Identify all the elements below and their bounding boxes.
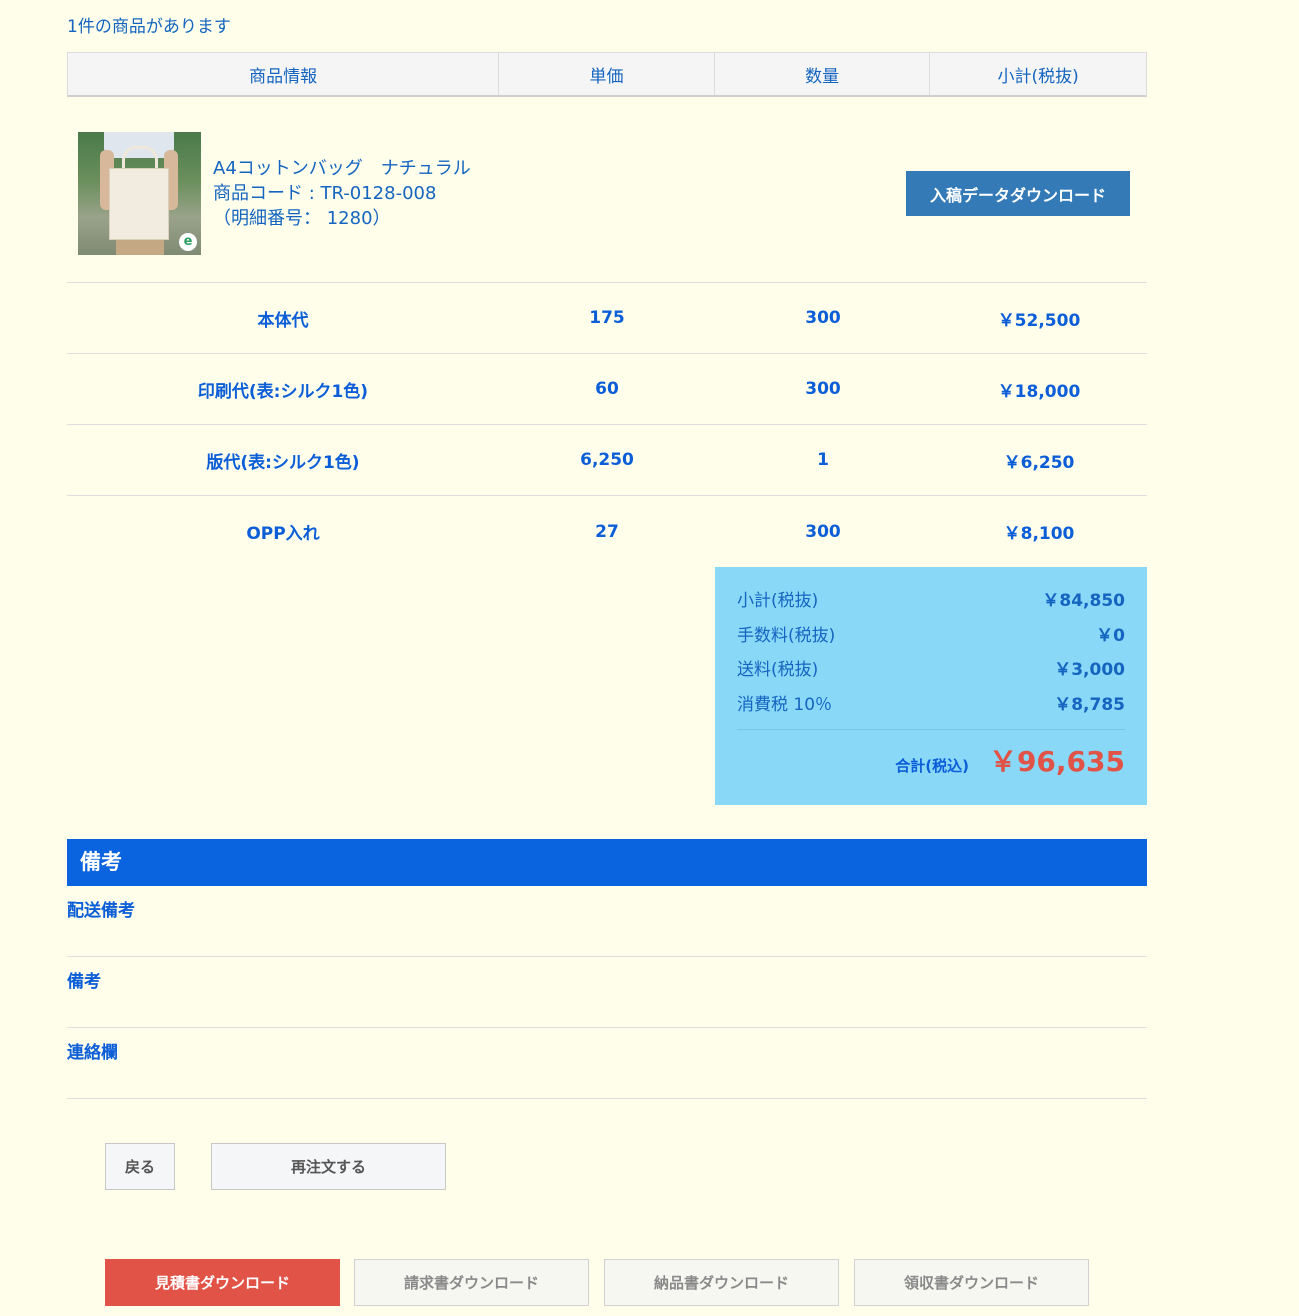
product-info: A4コットンバッグ ナチュラル 商品コード : TR-0128-008 （明細番… bbox=[213, 156, 471, 231]
detail-row: 版代(表:シルク1色) 6,250 1 ￥6,250 bbox=[67, 425, 1147, 496]
order-summary: 小計(税抜) ￥84,850 手数料(税抜) ￥0 送料(税抜) ￥3,000 … bbox=[715, 567, 1147, 805]
order-table-header: 商品情報 単価 数量 小計(税抜) bbox=[67, 52, 1147, 97]
detail-quantity: 1 bbox=[817, 450, 829, 470]
summary-row-tax: 消費税 10％ ￥8,785 bbox=[737, 693, 1125, 728]
summary-label: 送料(税抜) bbox=[737, 660, 819, 680]
remarks-field-notes: 備考 bbox=[67, 957, 1147, 1028]
detail-unit-price: 175 bbox=[589, 308, 625, 328]
remarks-heading: 備考 bbox=[67, 839, 1147, 886]
product-row: e A4コットンバッグ ナチュラル 商品コード : TR-0128-008 （明… bbox=[67, 98, 1147, 283]
total-amount: ￥96,635 bbox=[988, 745, 1125, 778]
remarks-field-delivery: 配送備考 bbox=[67, 886, 1147, 957]
product-thumbnail[interactable]: e bbox=[78, 132, 201, 255]
header-product-info: 商品情報 bbox=[68, 53, 500, 95]
summary-value: ￥84,850 bbox=[1042, 591, 1125, 611]
summary-value: ￥0 bbox=[1096, 625, 1125, 646]
detail-subtotal: ￥8,100 bbox=[1003, 524, 1075, 544]
detail-item: 版代(表:シルク1色) bbox=[206, 452, 360, 473]
eco-mark-icon: e bbox=[179, 233, 197, 251]
summary-row-subtotal: 小計(税抜) ￥84,850 bbox=[737, 589, 1125, 624]
detail-item: 印刷代(表:シルク1色) bbox=[197, 381, 369, 402]
detail-item: OPP入れ bbox=[246, 524, 320, 544]
detail-row: 本体代 175 300 ￥52,500 bbox=[67, 283, 1147, 354]
summary-row-shipping: 送料(税抜) ￥3,000 bbox=[737, 658, 1125, 693]
product-name[interactable]: A4コットンバッグ ナチュラル bbox=[213, 156, 471, 181]
remarks-field-label: 連絡欄 bbox=[67, 1043, 118, 1063]
invoice-download-button[interactable]: 請求書ダウンロード bbox=[354, 1259, 589, 1306]
summary-label: 小計(税抜) bbox=[737, 591, 819, 611]
detail-quantity: 300 bbox=[805, 308, 841, 328]
back-button[interactable]: 戻る bbox=[105, 1143, 175, 1190]
remarks-field-contact: 連絡欄 bbox=[67, 1028, 1147, 1099]
estimate-download-button[interactable]: 見積書ダウンロード bbox=[105, 1259, 340, 1306]
remarks-field-label: 備考 bbox=[67, 972, 101, 992]
detail-item: 本体代 bbox=[257, 310, 309, 331]
detail-number: （明細番号： 1280） bbox=[213, 208, 391, 229]
detail-unit-price: 27 bbox=[595, 521, 619, 542]
detail-subtotal: ￥18,000 bbox=[997, 381, 1081, 402]
reorder-button[interactable]: 再注文する bbox=[211, 1143, 446, 1190]
product-code: 商品コード : TR-0128-008 bbox=[213, 183, 437, 204]
summary-divider bbox=[737, 729, 1125, 730]
header-quantity: 数量 bbox=[715, 53, 931, 95]
detail-unit-price: 60 bbox=[595, 379, 619, 399]
remarks-field-label: 配送備考 bbox=[67, 901, 135, 921]
product-count-text: 1件の商品があります bbox=[67, 17, 231, 37]
detail-unit-price: 6,250 bbox=[580, 450, 634, 470]
summary-label: 手数料(税抜) bbox=[737, 625, 836, 646]
detail-quantity: 300 bbox=[805, 521, 841, 542]
header-subtotal: 小計(税抜) bbox=[997, 66, 1079, 87]
delivery-note-download-button[interactable]: 納品書ダウンロード bbox=[604, 1259, 839, 1306]
header-unit-price: 単価 bbox=[499, 53, 715, 95]
summary-total: 合計(税込) ￥96,635 bbox=[737, 740, 1125, 780]
submission-data-download-button[interactable]: 入稿データダウンロード bbox=[906, 171, 1130, 216]
summary-row-fee: 手数料(税抜) ￥0 bbox=[737, 624, 1125, 659]
detail-subtotal: ￥52,500 bbox=[997, 310, 1081, 331]
detail-quantity: 300 bbox=[805, 379, 841, 399]
summary-value: ￥3,000 bbox=[1054, 660, 1125, 680]
total-label: 合計(税込) bbox=[895, 757, 969, 775]
summary-value: ￥8,785 bbox=[1054, 694, 1125, 715]
detail-subtotal: ￥6,250 bbox=[1003, 452, 1075, 473]
summary-label: 消費税 10％ bbox=[737, 694, 833, 715]
receipt-download-button[interactable]: 領収書ダウンロード bbox=[854, 1259, 1089, 1306]
detail-row: OPP入れ 27 300 ￥8,100 bbox=[67, 496, 1147, 567]
detail-row: 印刷代(表:シルク1色) 60 300 ￥18,000 bbox=[67, 354, 1147, 425]
